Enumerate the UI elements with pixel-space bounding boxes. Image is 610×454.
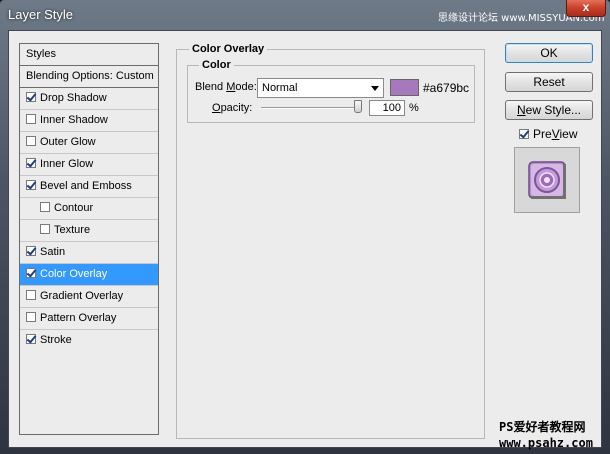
dialog-title: Layer Style [8, 7, 74, 22]
inner-shadow-checkbox[interactable] [26, 114, 36, 124]
close-button[interactable]: x [566, 0, 606, 17]
opacity-label: Opacity: [212, 102, 253, 114]
style-item-color-overlay[interactable]: Color Overlay [20, 264, 158, 286]
new-style-button[interactable]: New Style... [505, 100, 593, 120]
blend-mode-label: Blend Mode: [195, 81, 257, 93]
style-item-inner-glow[interactable]: Inner Glow [20, 154, 158, 176]
styles-list: Styles Blending Options: Custom Drop Sha… [19, 43, 159, 435]
style-item-label: Pattern Overlay [40, 312, 117, 324]
style-item-label: Texture [54, 224, 91, 236]
chevron-down-icon [371, 86, 379, 91]
style-item-bevel-emboss[interactable]: Bevel and Emboss [20, 176, 158, 198]
style-item-label: Bevel and Emboss [40, 180, 132, 192]
color-subgroup-title: Color [199, 59, 234, 71]
dialog-client-area: Styles Blending Options: Custom Drop Sha… [8, 30, 602, 451]
style-item-pattern-overlay[interactable]: Pattern Overlay [20, 308, 158, 330]
color-overlay-title: Color Overlay [189, 43, 268, 55]
preview-toggle[interactable]: PreView [519, 127, 578, 141]
reset-button[interactable]: Reset [505, 72, 593, 92]
style-item-inner-shadow[interactable]: Inner Shadow [20, 110, 158, 132]
preview-checkbox[interactable] [519, 129, 529, 139]
style-item-drop-shadow[interactable]: Drop Shadow [20, 88, 158, 110]
bevel-emboss-checkbox[interactable] [26, 180, 36, 190]
blending-options-item[interactable]: Blending Options: Custom [20, 66, 158, 88]
style-item-label: Gradient Overlay [40, 290, 124, 302]
gradient-overlay-checkbox[interactable] [26, 290, 36, 300]
outer-glow-checkbox[interactable] [26, 136, 36, 146]
style-item-contour[interactable]: Contour [20, 198, 158, 220]
stroke-checkbox[interactable] [26, 334, 36, 344]
style-item-label: Outer Glow [40, 136, 96, 148]
style-item-gradient-overlay[interactable]: Gradient Overlay [20, 286, 158, 308]
style-item-stroke[interactable]: Stroke [20, 330, 158, 352]
layer-style-dialog: Layer Style 思缘设计论坛 www.MISSYUAN.com x St… [0, 0, 610, 454]
style-item-label: Inner Glow [40, 158, 94, 170]
watermark-line-2: www.psahz.com [499, 436, 593, 450]
styles-header[interactable]: Styles [20, 44, 158, 66]
watermark-bottom: PS爱好者教程网 www.psahz.com [499, 419, 593, 451]
opacity-slider-thumb[interactable] [354, 100, 362, 113]
color-swatch[interactable] [390, 79, 419, 96]
blend-mode-value: Normal [262, 82, 298, 94]
style-item-label: Inner Shadow [40, 114, 108, 126]
color-hex-text: #a679bc [423, 81, 470, 95]
ok-button[interactable]: OK [505, 43, 593, 63]
title-bar[interactable]: Layer Style 思缘设计论坛 www.MISSYUAN.com x [0, 0, 610, 30]
inner-glow-checkbox[interactable] [26, 158, 36, 168]
preview-graphic [528, 161, 566, 199]
satin-checkbox[interactable] [26, 246, 36, 256]
opacity-slider-track[interactable] [261, 107, 361, 109]
blend-mode-select[interactable]: Normal [257, 78, 384, 98]
drop-shadow-checkbox[interactable] [26, 92, 36, 102]
color-overlay-checkbox[interactable] [26, 268, 36, 278]
opacity-input[interactable]: 100 [369, 100, 405, 116]
style-preview-thumbnail [514, 147, 580, 213]
pattern-overlay-checkbox[interactable] [26, 312, 36, 322]
style-item-label: Drop Shadow [40, 92, 107, 104]
watermark-line-1: PS爱好者教程网 [499, 420, 586, 434]
style-item-satin[interactable]: Satin [20, 242, 158, 264]
texture-checkbox[interactable] [40, 224, 50, 234]
style-item-outer-glow[interactable]: Outer Glow [20, 132, 158, 154]
style-item-texture[interactable]: Texture [20, 220, 158, 242]
style-item-label: Stroke [40, 334, 72, 346]
opacity-unit: % [409, 102, 419, 114]
style-item-label: Color Overlay [40, 268, 108, 280]
contour-checkbox[interactable] [40, 202, 50, 212]
style-item-label: Contour [54, 202, 94, 214]
style-item-label: Satin [40, 246, 66, 258]
